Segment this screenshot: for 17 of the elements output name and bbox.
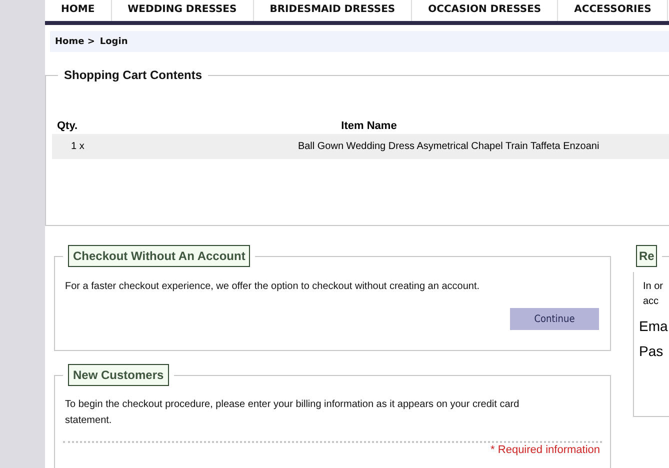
table-cell-text: 1 x	[70, 141, 86, 152]
table-cell-text: Ball Gown Wedding Dress Asymetrical Chapel Train Taffeta Enzoani	[296, 141, 600, 152]
breadcrumb-current: Login	[100, 36, 128, 46]
column-header: Item Name	[340, 120, 398, 134]
nav-link[interactable]: BRIDESMAID DRESSES	[254, 0, 412, 21]
nav-link[interactable]: WEDDING DRESSES	[112, 0, 254, 21]
description-text: acc	[643, 295, 660, 309]
description-text: To begin the checkout procedure, please enter your billing information as it appears on your credit card statement.	[64, 398, 520, 428]
required-note: * Required information	[490, 444, 601, 456]
description-text: In or	[643, 280, 664, 294]
continue-button[interactable]: Continue	[510, 308, 599, 330]
field-label: Ema	[638, 318, 669, 334]
breadcrumb-link[interactable]: Home >	[55, 36, 95, 46]
description-text: For a faster checkout experience, we offer the option to checkout without creating an account.	[64, 280, 481, 294]
column-header: Qty.	[56, 120, 79, 134]
panel-title: Shopping Cart Contents	[58, 68, 208, 82]
field-label: Pas	[638, 343, 664, 359]
